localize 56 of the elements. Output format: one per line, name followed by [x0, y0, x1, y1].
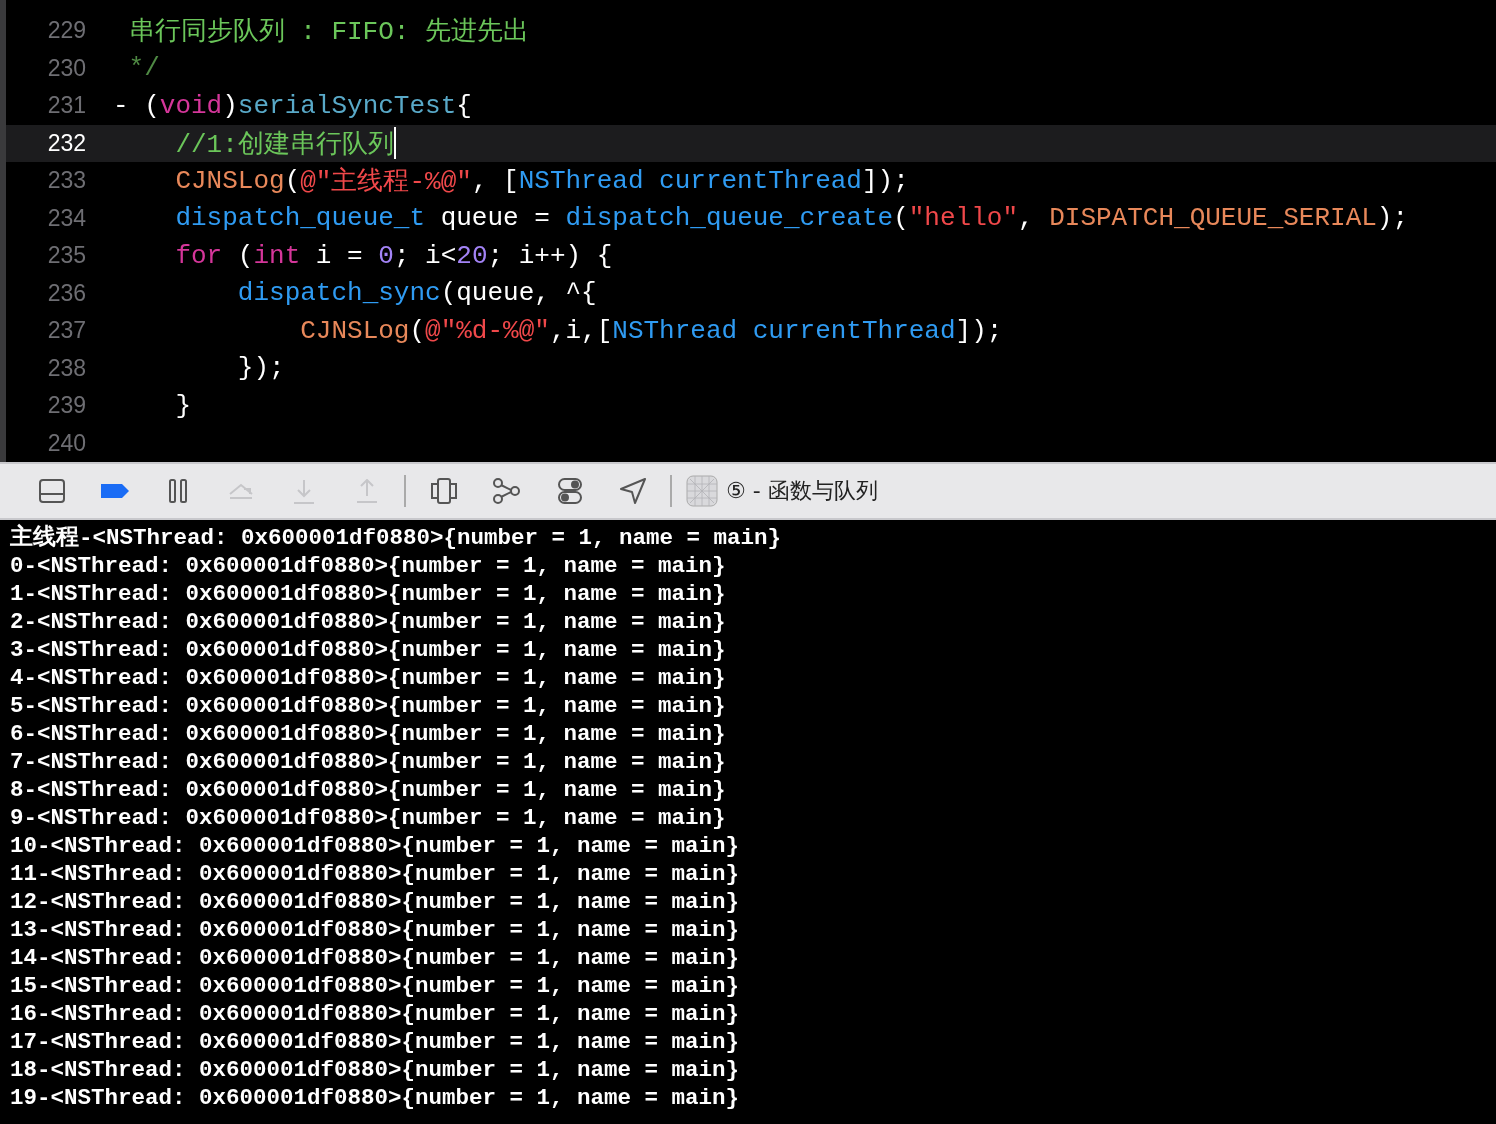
console-line: 4-<NSThread: 0x600001df0880>{number = 1, name = main} [10, 664, 727, 692]
line-number: 229 [46, 17, 86, 45]
code-text: }); [236, 353, 285, 384]
line-number: 231 [46, 92, 86, 120]
scheme-target-label[interactable]: ⑤ - 函数与队列 [726, 476, 878, 506]
pause-icon [168, 479, 187, 503]
code-text: dispatch_sync(queue, ^{ [236, 278, 597, 309]
console-line: 9-<NSThread: 0x600001df0880>{number = 1, name = main} [10, 804, 727, 832]
code-text: - (void)serialSyncTest{ [113, 90, 472, 121]
console-line: 主线程-<NSThread: 0x600001df0880>{number = 1, name = main} [10, 524, 783, 552]
toggles-icon [557, 478, 582, 504]
code-text: //1:创建串行队列 [174, 126, 396, 161]
console-line: 5-<NSThread: 0x600001df0880>{number = 1, name = main} [10, 692, 727, 720]
code-text: 串行同步队列 : FIFO: 先进先出 [127, 16, 530, 49]
console-line: 13-<NSThread: 0x600001df0880>{number = 1, name = main} [10, 916, 741, 944]
console-line: 11-<NSThread: 0x600001df0880>{number = 1, name = main} [10, 860, 741, 888]
line-number: 235 [46, 242, 86, 270]
breakpoint-icon [99, 483, 130, 499]
app-grid-icon [686, 475, 718, 507]
line-number: 234 [46, 204, 86, 232]
panel-toggle-icon [38, 479, 65, 503]
line-number: 232 [46, 129, 86, 157]
console-line: 16-<NSThread: 0x600001df0880>{number = 1, name = main} [10, 1000, 741, 1028]
console-line: 0-<NSThread: 0x600001df0880>{number = 1, name = main} [10, 552, 727, 580]
layers-icon [430, 478, 457, 504]
line-number: 230 [46, 54, 86, 82]
console-line: 15-<NSThread: 0x600001df0880>{number = 1, name = main} [10, 972, 741, 1000]
code-text: CJNSLog(@"%d-%@",i,[NSThread currentThread]); [299, 315, 1003, 346]
line-number: 233 [46, 167, 86, 195]
console-line: 10-<NSThread: 0x600001df0880>{number = 1, name = main} [10, 832, 741, 860]
console-line: 3-<NSThread: 0x600001df0880>{number = 1, name = main} [10, 636, 727, 664]
console-line: 18-<NSThread: 0x600001df0880>{number = 1, name = main} [10, 1056, 741, 1084]
console-line: 2-<NSThread: 0x600001df0880>{number = 1, name = main} [10, 608, 727, 636]
graph-icon [493, 478, 520, 504]
console-line: 12-<NSThread: 0x600001df0880>{number = 1, name = main} [10, 888, 741, 916]
location-arrow-icon [619, 478, 646, 504]
code-text: dispatch_queue_t queue = dispatch_queue_create("hello", DISPATCH_QUEUE_SERIAL); [174, 203, 1409, 234]
step-into-icon [292, 478, 315, 504]
code-text: CJNSLog(@"主线程-%@", [NSThread currentThread]); [174, 164, 909, 199]
console-line: 8-<NSThread: 0x600001df0880>{number = 1, name = main} [10, 776, 727, 804]
console-line: 1-<NSThread: 0x600001df0880>{number = 1, name = main} [10, 580, 727, 608]
step-out-icon [355, 479, 378, 503]
console-line: 6-<NSThread: 0x600001df0880>{number = 1, name = main} [10, 720, 727, 748]
code-text: for (int i = 0; i<20; i++) { [174, 240, 613, 271]
line-number: 236 [46, 279, 86, 307]
code-text: */ [127, 53, 160, 84]
code-text: } [174, 390, 191, 421]
line-number: 237 [46, 317, 86, 345]
line-number: 238 [46, 354, 86, 382]
console-line: 17-<NSThread: 0x600001df0880>{number = 1, name = main} [10, 1028, 741, 1056]
console-line: 19-<NSThread: 0x600001df0880>{number = 1, name = main} [10, 1084, 741, 1112]
console-line: 7-<NSThread: 0x600001df0880>{number = 1, name = main} [10, 748, 727, 776]
line-number: 240 [46, 429, 86, 457]
step-over-icon [228, 483, 253, 499]
line-number: 239 [46, 392, 86, 420]
console-line: 14-<NSThread: 0x600001df0880>{number = 1, name = main} [10, 944, 741, 972]
